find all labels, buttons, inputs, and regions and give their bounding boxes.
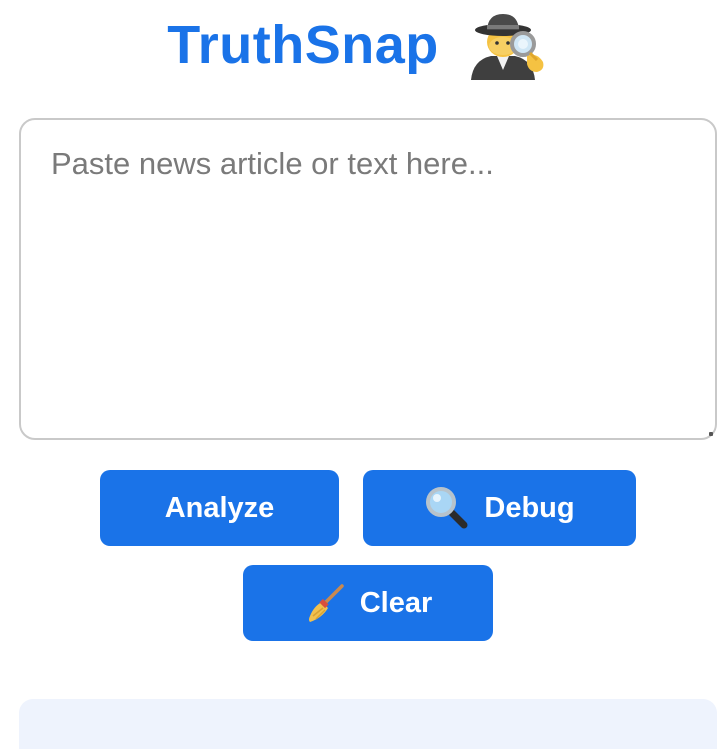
debug-button[interactable]: Debug bbox=[363, 470, 636, 546]
result-panel bbox=[19, 699, 717, 749]
magnifying-glass-icon bbox=[424, 485, 470, 531]
analyze-button[interactable]: Analyze bbox=[100, 470, 339, 546]
app-title: TruthSnap bbox=[167, 15, 439, 75]
article-text-input[interactable] bbox=[19, 118, 717, 440]
analyze-button-label: Analyze bbox=[164, 491, 275, 524]
header: TruthSnap bbox=[0, 0, 720, 90]
detective-icon bbox=[457, 10, 553, 80]
broom-icon bbox=[304, 582, 346, 624]
resize-handle[interactable] bbox=[709, 432, 713, 436]
clear-button[interactable]: Clear bbox=[243, 565, 493, 641]
debug-button-label: Debug bbox=[484, 491, 575, 524]
app-page: TruthSnap Paste news article or text her… bbox=[0, 0, 720, 749]
clear-button-label: Clear bbox=[359, 586, 433, 619]
text-input-container bbox=[19, 118, 717, 440]
